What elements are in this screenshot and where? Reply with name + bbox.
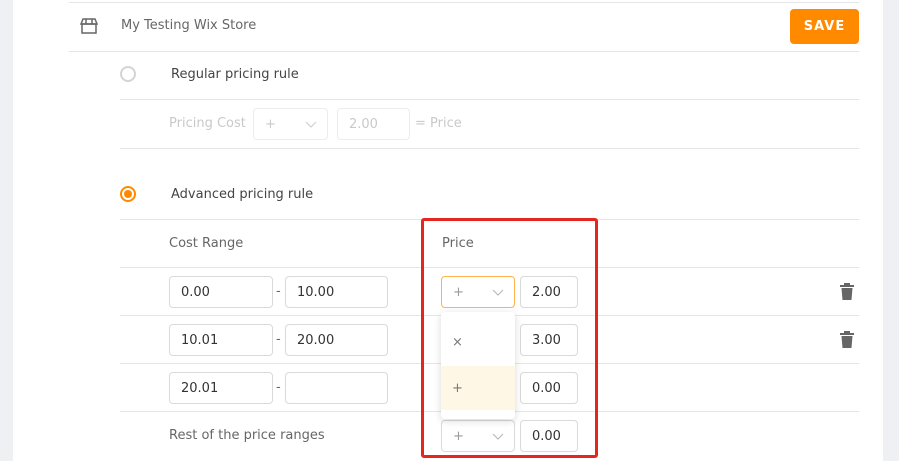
advanced-rule-radio[interactable] [120,186,136,202]
dropdown-option-multiply[interactable]: × [441,320,515,364]
rest-operator-select[interactable]: + [441,420,515,452]
divider [69,2,859,3]
pricing-cost-label: Pricing Cost [169,116,246,131]
regular-operator-value: + [265,116,276,132]
divider [120,99,859,100]
dropdown-option-plus[interactable]: + [441,366,515,410]
price-value-input[interactable]: 0.00 [520,372,578,404]
operator-value: + [453,284,464,300]
cost-from-input[interactable]: 20.01 [169,372,273,404]
operator-select[interactable]: + [441,276,515,308]
advanced-rule-label: Advanced pricing rule [171,187,314,202]
range-dash: - [276,284,281,299]
divider [69,51,859,52]
regular-operator-select[interactable]: + [253,108,328,140]
right-panel-edge [883,0,899,461]
store-title: My Testing Wix Store [121,18,257,33]
save-button[interactable]: SAVE [790,9,859,44]
trash-icon[interactable] [839,331,855,353]
regular-value-input[interactable]: 2.00 [337,108,410,140]
range-dash: - [276,380,281,395]
regular-rule-radio[interactable] [120,66,136,82]
regular-rule-label: Regular pricing rule [171,67,299,82]
rest-operator-value: + [453,428,464,444]
price-header: Price [442,236,474,251]
cost-to-input[interactable]: 20.00 [285,324,388,356]
trash-icon[interactable] [839,283,855,305]
left-panel-edge [0,0,13,461]
rest-ranges-label: Rest of the price ranges [169,428,325,443]
chevron-down-icon [492,289,504,296]
divider [120,219,859,220]
price-value-input[interactable]: 2.00 [520,276,578,308]
divider [120,148,859,149]
cost-range-header: Cost Range [169,236,244,251]
range-dash: - [276,332,281,347]
cost-from-input[interactable]: 10.01 [169,324,273,356]
cost-to-input[interactable]: 10.00 [285,276,388,308]
rest-value-input[interactable]: 0.00 [520,420,578,452]
chevron-down-icon [305,121,317,128]
divider [120,267,859,268]
cost-from-input[interactable]: 0.00 [169,276,273,308]
operator-dropdown-menu: × + [441,312,515,419]
equals-price-label: = Price [415,116,462,131]
cost-to-input[interactable] [285,372,388,404]
price-value-input[interactable]: 3.00 [520,324,578,356]
chevron-down-icon [492,433,504,440]
store-icon [79,18,99,38]
